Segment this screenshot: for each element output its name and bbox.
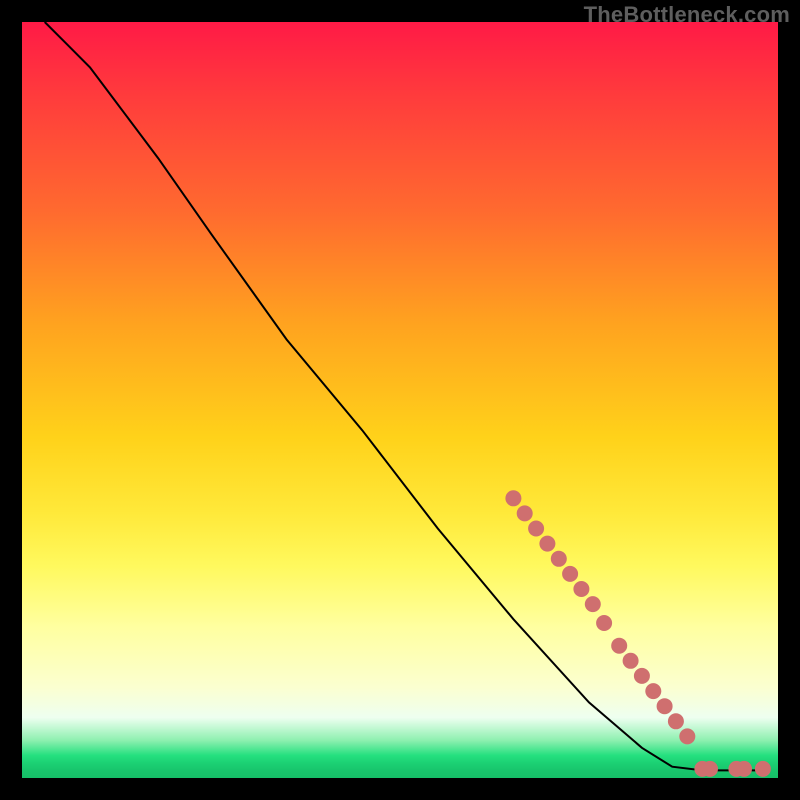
- data-marker: [611, 638, 627, 654]
- data-marker: [679, 728, 695, 744]
- data-marker: [551, 551, 567, 567]
- data-marker: [645, 683, 661, 699]
- data-marker: [539, 536, 555, 552]
- curve-line: [45, 22, 763, 770]
- data-marker: [657, 698, 673, 714]
- data-marker: [755, 761, 771, 777]
- data-marker: [702, 761, 718, 777]
- data-marker: [623, 653, 639, 669]
- chart-stage: TheBottleneck.com: [0, 0, 800, 800]
- data-marker: [668, 713, 684, 729]
- chart-overlay: [0, 0, 800, 800]
- data-marker: [585, 596, 601, 612]
- data-marker: [634, 668, 650, 684]
- data-marker: [517, 505, 533, 521]
- data-marker: [528, 521, 544, 537]
- data-marker: [573, 581, 589, 597]
- data-marker: [562, 566, 578, 582]
- data-marker: [505, 490, 521, 506]
- data-marker: [596, 615, 612, 631]
- data-marker: [736, 761, 752, 777]
